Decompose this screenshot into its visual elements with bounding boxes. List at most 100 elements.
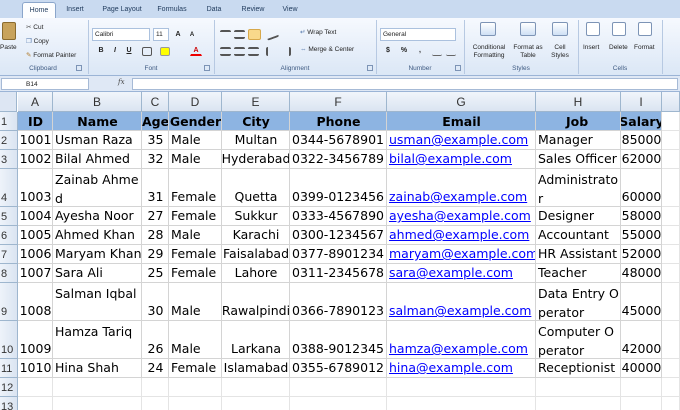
cell-age[interactable]: 35 (142, 131, 169, 150)
cell-age[interactable]: 28 (142, 226, 169, 245)
empty-cell[interactable] (387, 397, 536, 410)
font-size-select[interactable]: 11 (153, 28, 169, 41)
empty-cell[interactable] (222, 397, 290, 410)
cell-email[interactable]: usman@example.com (387, 131, 536, 150)
header-cell-salary[interactable]: Salary (621, 112, 662, 131)
column-header-g[interactable]: G (387, 92, 536, 112)
empty-cell[interactable] (536, 378, 621, 397)
empty-cell[interactable] (290, 378, 387, 397)
header-cell-id[interactable]: ID (18, 112, 53, 131)
empty-cell[interactable] (662, 321, 680, 359)
empty-cell[interactable] (662, 226, 680, 245)
align-center-icon[interactable] (234, 47, 245, 56)
name-box[interactable]: B14 (1, 78, 89, 90)
cell-id[interactable]: 1007 (18, 264, 53, 283)
column-header-c[interactable]: C (142, 92, 169, 112)
cell-gender[interactable]: Male (169, 321, 222, 359)
cell-gender[interactable]: Female (169, 264, 222, 283)
cell-job[interactable]: Receptionist (536, 359, 621, 378)
wrap-text-button[interactable]: ↵ Wrap Text (300, 28, 336, 36)
cell-email[interactable]: hamza@example.com (387, 321, 536, 359)
cell-salary[interactable]: 60000 (621, 169, 662, 207)
paste-icon[interactable] (2, 22, 16, 40)
cell-id[interactable]: 1003 (18, 169, 53, 207)
cell-gender[interactable]: Male (169, 283, 222, 321)
row-header-5[interactable]: 5 (0, 207, 18, 226)
cell-name[interactable]: Salman Iqbal (53, 283, 142, 321)
cell-age[interactable]: 31 (142, 169, 169, 207)
cell-name[interactable]: Zainab Ahmed (53, 169, 142, 207)
cell-city[interactable]: Sukkur (222, 207, 290, 226)
conditional-formatting-button[interactable]: Conditional Formatting (468, 44, 510, 60)
row-header-7[interactable]: 7 (0, 245, 18, 264)
cell-salary[interactable]: 55000 (621, 226, 662, 245)
fill-color-icon[interactable] (160, 47, 170, 56)
cell-salary[interactable]: 48000 (621, 264, 662, 283)
empty-cell[interactable] (662, 359, 680, 378)
cell-phone[interactable]: 0333-4567890 (290, 207, 387, 226)
cell-age[interactable]: 30 (142, 283, 169, 321)
tab-formulas[interactable]: Formulas (152, 2, 192, 18)
bold-button[interactable]: B (95, 45, 107, 56)
empty-cell[interactable] (662, 112, 680, 131)
clipboard-launcher-icon[interactable] (76, 65, 82, 71)
cell-styles-button[interactable]: Cell Styles (547, 44, 573, 60)
cell-phone[interactable]: 0311-2345678 (290, 264, 387, 283)
align-top-icon[interactable] (220, 30, 231, 39)
empty-cell[interactable] (621, 397, 662, 410)
comma-button[interactable]: , (414, 45, 426, 56)
cell-email[interactable]: ayesha@example.com (387, 207, 536, 226)
cell-email[interactable]: hina@example.com (387, 359, 536, 378)
header-cell-city[interactable]: City (222, 112, 290, 131)
header-cell-email[interactable]: Email (387, 112, 536, 131)
shrink-font-icon[interactable]: A (186, 29, 198, 40)
empty-cell[interactable] (18, 378, 53, 397)
italic-button[interactable]: I (109, 45, 121, 56)
empty-cell[interactable] (662, 207, 680, 226)
column-header-a[interactable]: A (18, 92, 53, 112)
cell-job[interactable]: Manager (536, 131, 621, 150)
cut-button[interactable]: ✂ Cut (26, 23, 43, 31)
empty-cell[interactable] (142, 397, 169, 410)
conditional-formatting-icon[interactable] (480, 22, 496, 36)
row-header-12[interactable]: 12 (0, 378, 18, 397)
cell-age[interactable]: 26 (142, 321, 169, 359)
empty-cell[interactable] (536, 397, 621, 410)
cell-gender[interactable]: Female (169, 169, 222, 207)
borders-icon[interactable] (142, 47, 152, 56)
cell-phone[interactable]: 0388-9012345 (290, 321, 387, 359)
cell-phone[interactable]: 0344-5678901 (290, 131, 387, 150)
column-header-h[interactable]: H (536, 92, 621, 112)
tab-data[interactable]: Data (200, 2, 228, 18)
row-header-13[interactable]: 13 (0, 397, 18, 410)
cell-gender[interactable]: Female (169, 207, 222, 226)
cell-phone[interactable]: 0399-0123456 (290, 169, 387, 207)
grow-font-icon[interactable]: A (172, 29, 184, 40)
empty-cell[interactable] (142, 378, 169, 397)
cell-salary[interactable]: 85000 (621, 131, 662, 150)
paste-button[interactable]: Paste (0, 44, 17, 51)
number-launcher-icon[interactable] (455, 65, 461, 71)
row-header-9[interactable]: 9 (0, 283, 18, 321)
format-painter-button[interactable]: ✎ Format Painter (26, 51, 76, 59)
cell-id[interactable]: 1004 (18, 207, 53, 226)
cell-salary[interactable]: 45000 (621, 283, 662, 321)
cell-city[interactable]: Larkana (222, 321, 290, 359)
cell-id[interactable]: 1006 (18, 245, 53, 264)
row-header-1[interactable]: 1 (0, 112, 18, 131)
empty-cell[interactable] (662, 150, 680, 169)
align-middle-icon[interactable] (234, 30, 245, 39)
align-left-icon[interactable] (220, 47, 231, 56)
cell-id[interactable]: 1005 (18, 226, 53, 245)
align-right-icon[interactable] (248, 47, 259, 56)
column-header-b[interactable]: B (53, 92, 142, 112)
decrease-decimal-icon[interactable] (446, 47, 456, 56)
underline-button[interactable]: U (123, 45, 135, 56)
cell-city[interactable]: Karachi (222, 226, 290, 245)
cell-job[interactable]: Sales Officer (536, 150, 621, 169)
cell-gender[interactable]: Male (169, 131, 222, 150)
cell-job[interactable]: Teacher (536, 264, 621, 283)
align-bottom-icon[interactable] (248, 29, 261, 40)
cell-name[interactable]: Bilal Ahmed (53, 150, 142, 169)
cell-gender[interactable]: Female (169, 359, 222, 378)
